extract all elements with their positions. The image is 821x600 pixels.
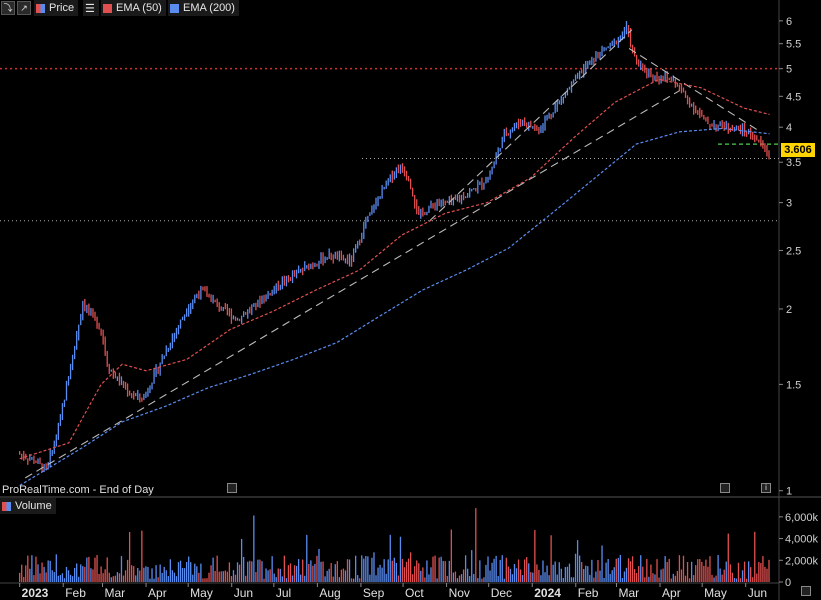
y-tick-label: 5.5: [786, 39, 801, 51]
info-icon[interactable]: i: [761, 483, 771, 493]
x-tick-label: Nov: [449, 586, 470, 600]
x-tick-label: 2023: [22, 586, 49, 600]
x-tick-label: Feb: [578, 586, 599, 600]
y-tick-label: 1.5: [786, 379, 801, 391]
volume-tick-label: 0: [785, 577, 791, 589]
x-tick-label: Jul: [276, 586, 291, 600]
legend-price[interactable]: Price: [34, 0, 79, 16]
y-tick-label: 3: [786, 198, 792, 210]
x-tick-label: Jun: [748, 586, 767, 600]
y-tick-label: 4: [786, 122, 792, 134]
chart-svg: 6 5.5 5 4.5 4 3.5 3 2.5 2 1.5 1 6,000k 4,000k 2,000k 0…: [0, 0, 821, 600]
horizontal-levels: [0, 67, 779, 222]
price-grid: [0, 0, 821, 600]
y-tick-label: 1: [786, 486, 792, 498]
settings-icon[interactable]: [801, 586, 811, 596]
y-tick-label: 6: [786, 16, 792, 28]
axes: 6 5.5 5 4.5 4 3.5 3 2.5 2 1.5 1 6,000k 4,000k 2,000k 0…: [19, 16, 819, 600]
y-tick-label: 2.5: [786, 245, 801, 257]
ema200-line: [19, 127, 770, 487]
calendar-icon[interactable]: [720, 483, 730, 493]
legend-list[interactable]: ☰: [83, 0, 99, 16]
y-tick-label: 4.5: [786, 91, 801, 103]
x-tick-label: Aug: [319, 586, 340, 600]
legend-ema50-label: EMA (50): [116, 2, 162, 14]
volume-bars: [19, 508, 770, 582]
x-tick-label: Mar: [619, 586, 640, 600]
last-price-badge: 3.606: [781, 143, 815, 157]
x-tick-label: Apr: [148, 586, 167, 600]
price-swatch-icon: [36, 3, 45, 13]
calendar-icon[interactable]: [227, 483, 237, 493]
y-tick-label: 2: [786, 304, 792, 316]
legend-volume-label: Volume: [15, 500, 52, 512]
volume-swatch-icon: [2, 501, 11, 511]
legend-ema50[interactable]: EMA (50): [101, 0, 166, 16]
list-icon: ☰: [85, 2, 95, 15]
price-bars: [19, 21, 770, 472]
trendline: [24, 90, 680, 479]
y-tick-label: 3.5: [786, 157, 801, 169]
ema50-swatch-icon: [103, 3, 112, 13]
volume-tick-label: 4,000k: [785, 534, 819, 546]
x-tick-label: Oct: [405, 586, 424, 600]
arrow-tool-icon[interactable]: ↗: [17, 1, 31, 15]
legend-ema200[interactable]: EMA (200): [168, 0, 239, 16]
x-tick-label: Apr: [662, 586, 681, 600]
x-tick-label: Feb: [65, 586, 86, 600]
ema50-line: [19, 78, 770, 460]
trendline: [628, 48, 759, 131]
legend-volume[interactable]: Volume: [0, 498, 56, 514]
trendlines: [24, 29, 759, 479]
ema-lines: [19, 78, 770, 487]
x-tick-label: Dec: [491, 586, 512, 600]
x-tick-label: May: [190, 586, 213, 600]
x-tick-label: Sep: [363, 586, 385, 600]
y-tick-label: 5: [786, 64, 792, 76]
legend-price-label: Price: [49, 2, 75, 14]
x-tick-label: May: [704, 586, 727, 600]
ema200-swatch-icon: [170, 3, 179, 13]
source-label: ProRealTime.com - End of Day: [2, 484, 154, 496]
volume-tick-label: 2,000k: [785, 555, 819, 567]
x-tick-label: 2024: [534, 586, 561, 600]
volume-tick-label: 6,000k: [785, 512, 819, 524]
x-tick-label: Jun: [234, 586, 253, 600]
drawing-tool-icon[interactable]: ⤵: [1, 1, 15, 15]
legend-ema200-label: EMA (200): [183, 2, 235, 14]
x-tick-label: Mar: [105, 586, 126, 600]
